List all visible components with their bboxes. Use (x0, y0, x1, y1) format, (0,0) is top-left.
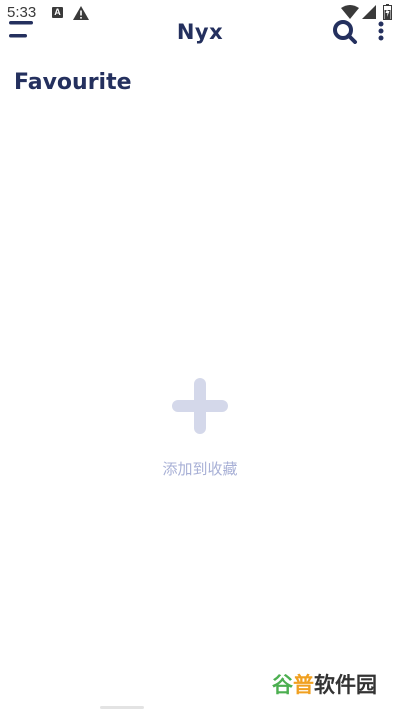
notification-a-icon: A (52, 7, 63, 18)
add-to-favourite-button[interactable]: 添加到收藏 (150, 372, 250, 487)
screen: 5:33 A Nyx Favourite 添加到收藏 谷普软件园 (0, 0, 400, 710)
watermark-part-1: 谷 (272, 673, 293, 697)
more-vertical-icon[interactable] (374, 20, 388, 44)
watermark-part-3: 软件园 (314, 673, 377, 697)
search-icon[interactable] (332, 20, 358, 44)
page-title: Favourite (14, 70, 132, 95)
watermark-part-2: 普 (293, 673, 314, 697)
signal-icon (362, 5, 376, 19)
app-bar: Nyx (0, 18, 400, 50)
watermark-logo: 谷普软件园 (272, 668, 392, 702)
wifi-icon (341, 5, 359, 19)
add-to-favourite-label: 添加到收藏 (162, 460, 238, 478)
bottom-handle (100, 706, 144, 709)
plus-icon (172, 378, 228, 434)
